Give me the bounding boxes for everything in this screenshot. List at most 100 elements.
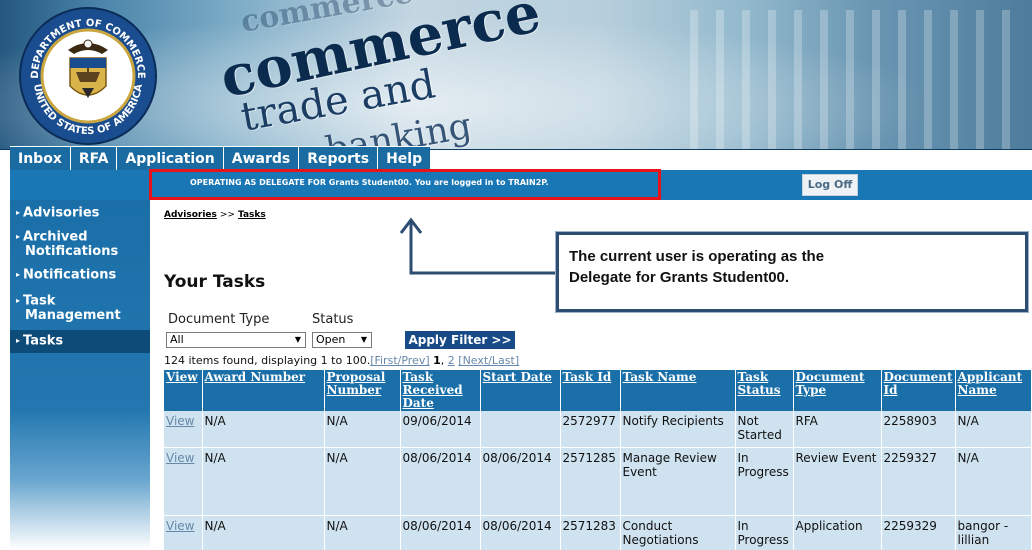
sidebar-item-notifications[interactable]: ▸ Notifications	[10, 268, 150, 283]
tab-inbox[interactable]: Inbox	[10, 146, 70, 170]
cell-award-number: N/A	[202, 447, 325, 516]
sidebar-item-label: Notifications	[23, 267, 117, 283]
cell-document-type: RFA	[793, 411, 882, 448]
current-page-number: 1	[433, 354, 441, 367]
department-seal-logo: DEPARTMENT OF COMMERCE UNITED STATES OF …	[19, 7, 157, 145]
sidebar-item-label-line2: Management	[25, 307, 121, 323]
log-off-button[interactable]: Log Off	[802, 174, 858, 196]
sidebar-item-label: Archived	[23, 229, 88, 245]
breadcrumb-advisories-link[interactable]: Advisories	[164, 210, 217, 220]
chevron-right-icon: ▸	[16, 296, 21, 305]
cell-award-number: N/A	[202, 515, 325, 550]
cell-start-date	[480, 411, 561, 448]
cell-received-date: 08/06/2014	[400, 447, 481, 516]
cell-proposal-number: N/A	[324, 447, 401, 516]
sidebar-item-task-management[interactable]: ▸ Task Management	[10, 294, 150, 323]
breadcrumb-separator: >>	[219, 210, 235, 220]
table-row: View N/A N/A 09/06/2014 2572977 Notify R…	[164, 411, 1032, 448]
view-link[interactable]: View	[166, 451, 194, 465]
chevron-right-icon: ▸	[16, 336, 21, 345]
delegate-highlight-box	[149, 169, 661, 200]
cell-view: View	[164, 411, 203, 448]
column-header-view[interactable]: View	[164, 370, 203, 411]
cell-task-id: 2572977	[560, 411, 621, 448]
document-type-label: Document Type	[168, 312, 270, 327]
table-row: View N/A N/A 08/06/2014 08/06/2014 25712…	[164, 515, 1032, 550]
page-separator: ,	[440, 354, 445, 367]
first-prev-link[interactable]: [First/Prev]	[370, 354, 429, 367]
banner-building-image	[672, 10, 1012, 149]
cell-applicant-name: N/A	[955, 411, 1032, 448]
cell-award-number: N/A	[202, 411, 325, 448]
view-link[interactable]: View	[166, 519, 194, 533]
cell-task-status: Not Started	[735, 411, 794, 448]
callout-line-2: Delegate for Grants Student00.	[569, 269, 790, 286]
table-header-row: View Award Number Proposal Number Task R…	[164, 370, 1032, 411]
cell-proposal-number: N/A	[324, 515, 401, 550]
cell-received-date: 08/06/2014	[400, 515, 481, 550]
page-title: Your Tasks	[164, 272, 266, 292]
cell-task-id: 2571285	[560, 447, 621, 516]
column-header-applicant-name[interactable]: Applicant Name	[955, 370, 1032, 411]
cell-applicant-name: bangor - lillian	[955, 515, 1032, 550]
pagination-summary: 124 items found, displaying 1 to 100.[Fi…	[164, 354, 519, 367]
sidebar-item-archived-notifications[interactable]: ▸ Archived Notifications	[10, 230, 150, 259]
cell-task-status: In Progress	[735, 515, 794, 550]
breadcrumb: Advisories >> Tasks	[164, 210, 266, 220]
cell-view: View	[164, 447, 203, 516]
cell-task-name: Manage Review Event	[620, 447, 736, 516]
sidebar-item-tasks[interactable]: ▸ Tasks	[10, 330, 150, 353]
items-found-text: 124 items found, displaying 1 to 100.	[164, 354, 371, 367]
status-value: Open	[316, 333, 346, 346]
column-header-task-id[interactable]: Task Id	[560, 370, 621, 411]
cell-document-id: 2259327	[881, 447, 956, 516]
cell-document-id: 2259329	[881, 515, 956, 550]
chevron-right-icon: ▸	[16, 270, 21, 279]
document-type-value: All	[170, 333, 184, 346]
column-header-start-date[interactable]: Start Date	[480, 370, 561, 411]
cell-view: View	[164, 515, 203, 550]
column-header-task-received-date[interactable]: Task Received Date	[400, 370, 481, 411]
view-link[interactable]: View	[166, 414, 194, 428]
tab-application[interactable]: Application	[116, 146, 223, 170]
chevron-right-icon: ▸	[16, 232, 21, 241]
status-label: Status	[312, 312, 354, 327]
chevron-right-icon: ▸	[16, 208, 21, 217]
cell-start-date: 08/06/2014	[480, 447, 561, 516]
sidebar-item-advisories[interactable]: ▸ Advisories	[10, 206, 150, 221]
tab-awards[interactable]: Awards	[222, 146, 299, 170]
column-header-award-number[interactable]: Award Number	[202, 370, 325, 411]
cell-start-date: 08/06/2014	[480, 515, 561, 550]
main-tab-bar: Inbox RFA Application Awards Reports Hel…	[10, 146, 431, 170]
cell-received-date: 09/06/2014	[400, 411, 481, 448]
column-header-task-name[interactable]: Task Name	[620, 370, 736, 411]
cell-document-type: Review Event	[793, 447, 882, 516]
breadcrumb-tasks-link[interactable]: Tasks	[238, 210, 266, 220]
annotation-callout: The current user is operating as the Del…	[556, 232, 1028, 312]
sidebar-item-label-line2: Notifications	[25, 243, 119, 259]
cell-proposal-number: N/A	[324, 411, 401, 448]
dropdown-caret-icon: ▼	[294, 335, 301, 344]
tab-rfa[interactable]: RFA	[69, 146, 117, 170]
column-header-document-type[interactable]: Document Type	[793, 370, 882, 411]
next-last-link[interactable]: [Next/Last]	[458, 354, 519, 367]
callout-text: The current user is operating as the Del…	[569, 246, 824, 288]
cell-task-name: Conduct Negotiations	[620, 515, 736, 550]
tab-help[interactable]: Help	[377, 146, 431, 170]
page-2-link[interactable]: 2	[448, 354, 455, 367]
cell-task-status: In Progress	[735, 447, 794, 516]
document-type-select[interactable]: All ▼	[166, 332, 306, 348]
table-row: View N/A N/A 08/06/2014 08/06/2014 25712…	[164, 447, 1032, 516]
sidebar-nav: ▸ Advisories ▸ Archived Notifications ▸ Not…	[10, 200, 150, 550]
status-select[interactable]: Open ▼	[312, 332, 372, 348]
column-header-proposal-number[interactable]: Proposal Number	[324, 370, 401, 411]
column-header-document-id[interactable]: Document Id	[881, 370, 956, 411]
column-header-task-status[interactable]: Task Status	[735, 370, 794, 411]
sidebar-item-label: Advisories	[23, 205, 100, 221]
tasks-table: View Award Number Proposal Number Task R…	[164, 370, 1032, 550]
apply-filter-button[interactable]: Apply Filter >>	[405, 331, 515, 349]
callout-line-1: The current user is operating as the	[569, 248, 825, 265]
tab-reports[interactable]: Reports	[298, 146, 378, 170]
cell-document-id: 2258903	[881, 411, 956, 448]
dropdown-caret-icon: ▼	[360, 335, 367, 344]
